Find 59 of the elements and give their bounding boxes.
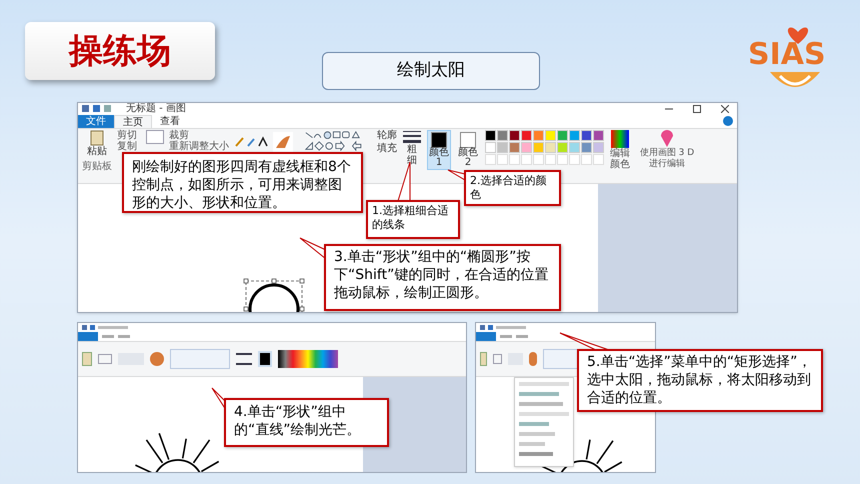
maximize-icon[interactable] (693, 104, 701, 113)
title-badge: 操练场 (25, 22, 215, 80)
ribbon-tab[interactable]: 主页 (114, 114, 152, 128)
palette-swatch[interactable] (509, 130, 520, 141)
palette-swatch[interactable] (545, 130, 556, 141)
line-size-icon (403, 130, 421, 144)
crop-button[interactable]: 裁剪 (169, 130, 229, 141)
slide-title: 绘制太阳 (322, 52, 540, 90)
palette-swatch[interactable] (521, 142, 532, 153)
color-slot[interactable]: 颜色 2 (456, 130, 480, 170)
clipboard-icon[interactable] (90, 130, 104, 146)
close-icon[interactable] (721, 104, 729, 113)
color-label: 颜色 1 (428, 148, 450, 168)
palette-swatch[interactable] (533, 130, 544, 141)
palette-swatch[interactable] (521, 130, 532, 141)
callout-note: 刚绘制好的图形四周有虚线框和8个控制点，如图所示，可用来调整图形的大小、形状和位置。 (122, 152, 363, 213)
fill-button[interactable]: 填充 (377, 142, 397, 154)
outline-button[interactable]: 轮廓 (377, 130, 397, 141)
copy-button[interactable]: 复制 (117, 142, 137, 152)
ribbon-tab[interactable]: 文件 (78, 114, 114, 128)
palette-swatch[interactable] (485, 130, 496, 141)
help-icon[interactable] (723, 116, 733, 126)
edit-colors-label: 编辑颜色 (610, 148, 630, 170)
resize-button[interactable]: 重新调整大小 (169, 142, 229, 152)
window-title: 无标题 - 画图 (126, 104, 186, 114)
palette-swatch[interactable] (485, 142, 496, 153)
palette-swatch[interactable] (557, 142, 568, 153)
palette-swatch[interactable] (569, 142, 580, 153)
palette-swatch[interactable] (509, 142, 520, 153)
color-label: 颜色 2 (457, 148, 479, 168)
palette-swatch[interactable] (533, 142, 544, 153)
paint3d-button[interactable]: 使用画图 3 D 进行编辑 (636, 130, 698, 170)
ribbon-tab[interactable]: 查看 (152, 114, 188, 128)
callout-note: 3.单击“形状”组中的“椭圆形”按下“Shift”键的同时，在合适的位置拖动鼠标，绘制正圆形。 (324, 244, 561, 311)
tools-icon[interactable] (234, 136, 268, 148)
color-slot[interactable]: 颜色 1 (427, 130, 451, 170)
palette-swatch[interactable] (581, 142, 592, 153)
palette-swatch[interactable] (581, 130, 592, 141)
group-label: 剪贴板 (82, 160, 112, 172)
rainbow-icon (611, 130, 629, 148)
palette-swatch[interactable] (557, 130, 568, 141)
edit-colors-button[interactable]: 编辑颜色 (609, 130, 631, 170)
cut-button[interactable]: 剪切 (117, 130, 137, 141)
palette-swatch[interactable] (497, 130, 508, 141)
palette-swatch[interactable] (593, 130, 604, 141)
palette-swatch[interactable] (497, 142, 508, 153)
brush-icon[interactable] (273, 132, 293, 152)
palette-swatch[interactable] (545, 142, 556, 153)
paint3d-label: 使用画图 3 D 进行编辑 (638, 148, 696, 170)
sun-drawing (248, 284, 300, 312)
callout-note: 1.选择粗细合适的线条 (366, 200, 460, 239)
callout-note: 2.选择合适的颜色 (464, 170, 561, 206)
palette-swatch[interactable] (569, 130, 580, 141)
size-label: 粗细 (407, 144, 417, 166)
size-button[interactable]: 粗细 (402, 130, 422, 166)
palette-swatch[interactable] (593, 142, 604, 153)
callout-note: 4.单击“形状”组中的“直线”绘制光芒。 (224, 398, 389, 447)
paste-button[interactable]: 粘贴 (87, 146, 107, 157)
select-icon[interactable] (146, 130, 164, 144)
